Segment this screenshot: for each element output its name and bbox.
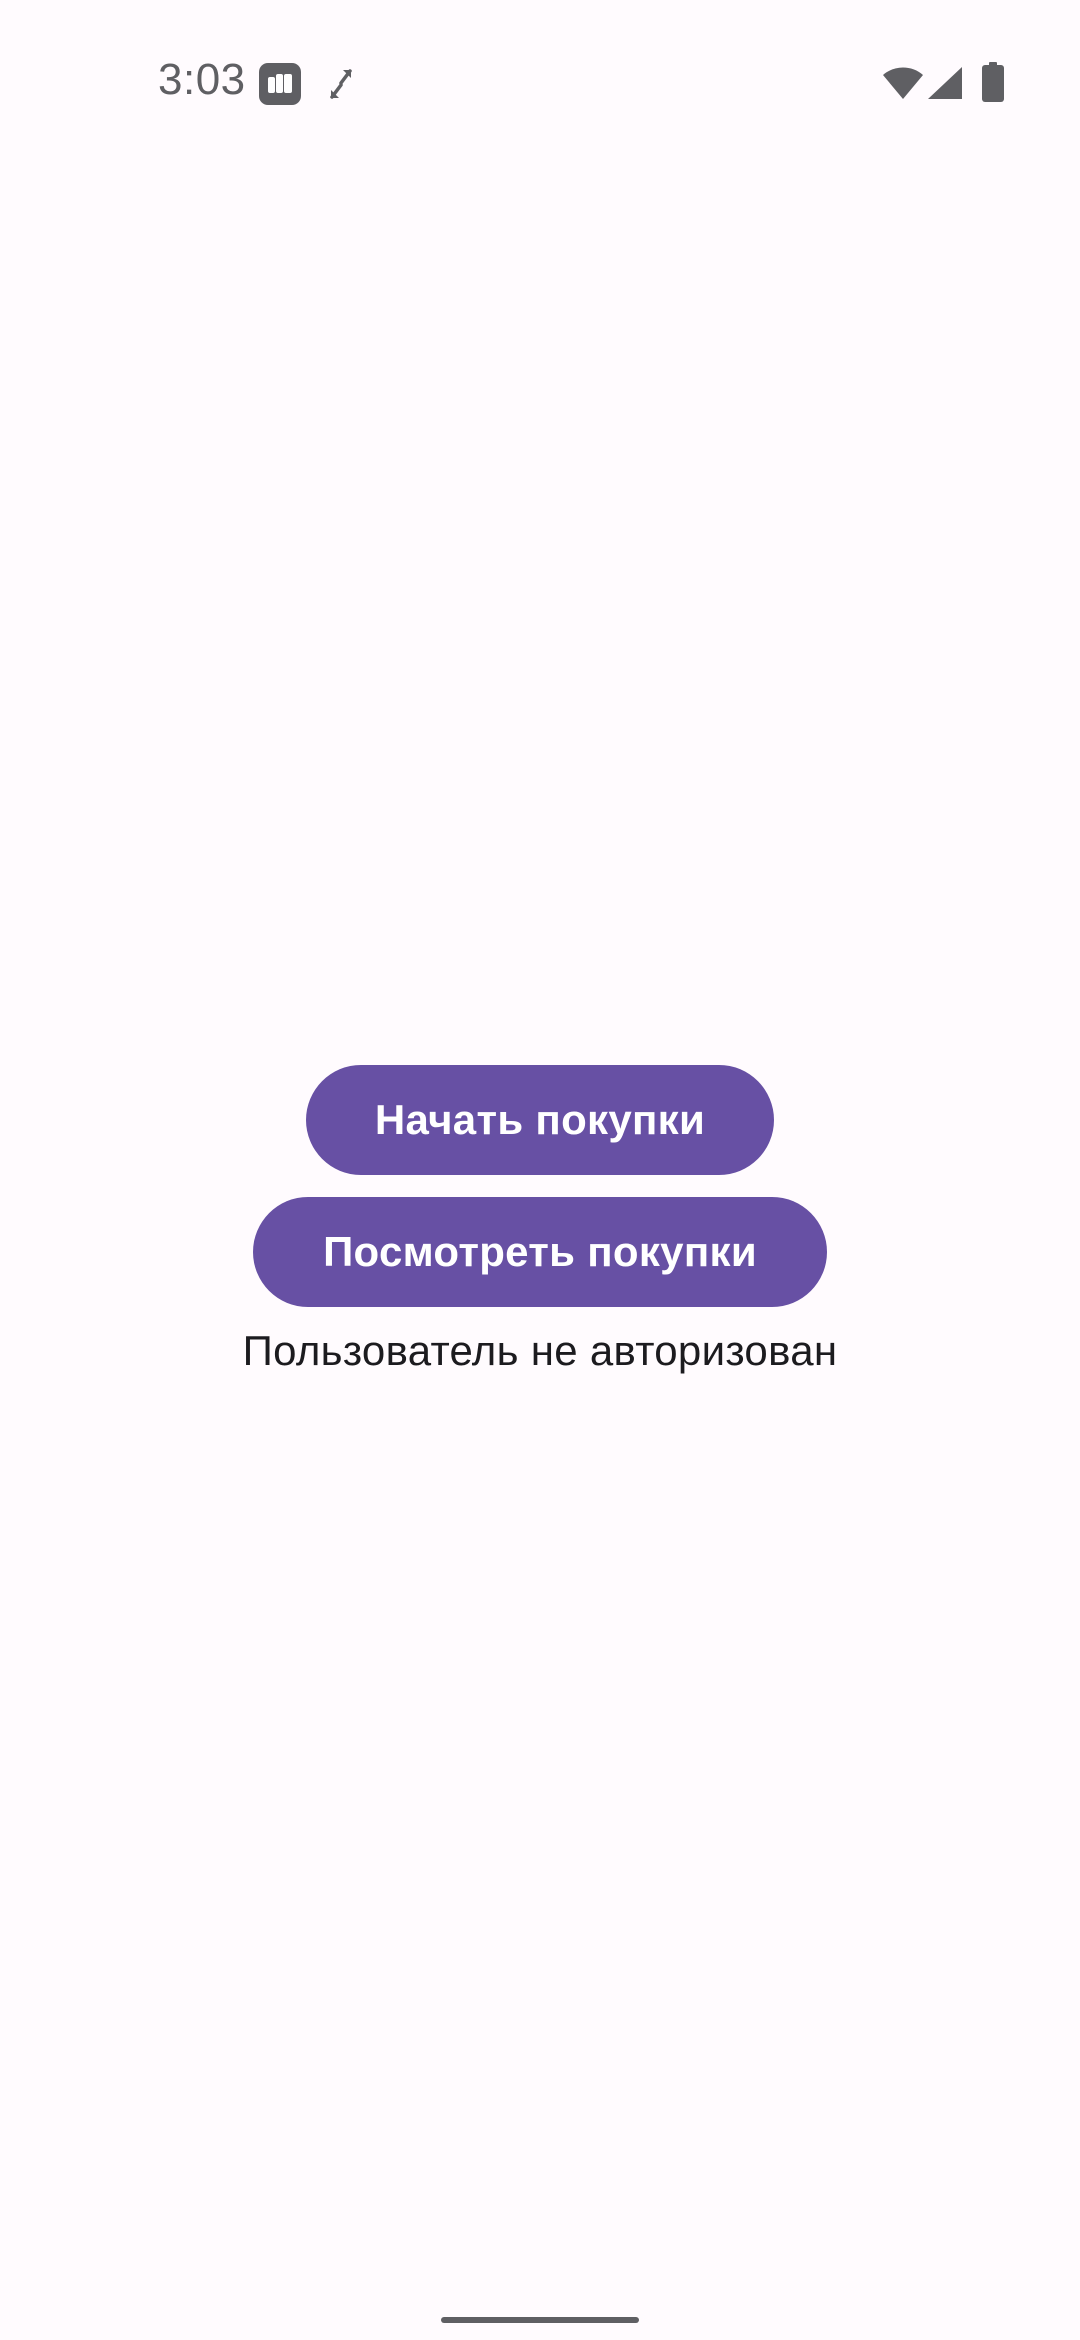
app-screen: 3:03 Начать покупки Посмотреть покупки П… bbox=[0, 0, 1080, 2340]
view-purchases-button[interactable]: Посмотреть покупки bbox=[253, 1197, 827, 1307]
start-shopping-button[interactable]: Начать покупки bbox=[306, 1065, 774, 1175]
app-notification-icon bbox=[259, 63, 301, 105]
signal-icon bbox=[927, 66, 963, 100]
status-bar: 3:03 bbox=[0, 0, 1080, 170]
wifi-icon bbox=[882, 66, 924, 100]
main-content: Начать покупки Посмотреть покупки Пользо… bbox=[0, 1065, 1080, 1375]
gesture-navigation-bar[interactable] bbox=[441, 2317, 639, 2323]
battery-icon bbox=[982, 62, 1004, 102]
auth-status-text: Пользователь не авторизован bbox=[242, 1327, 838, 1374]
expand-icon bbox=[328, 66, 354, 102]
status-time: 3:03 bbox=[158, 55, 246, 104]
